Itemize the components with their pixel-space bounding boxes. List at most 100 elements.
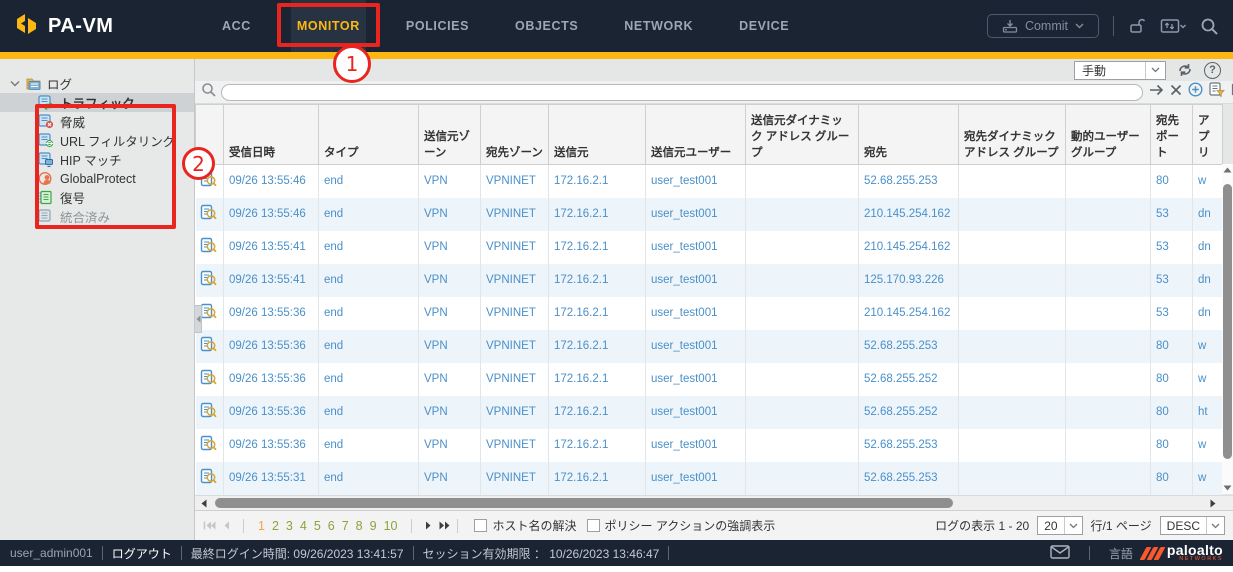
cell-ddag[interactable] xyxy=(959,429,1066,462)
table-row[interactable]: 09/26 13:55:36endVPNVPNINET172.16.2.1use… xyxy=(196,330,1223,363)
cell-dug[interactable] xyxy=(1066,297,1151,330)
help-icon[interactable]: ? xyxy=(1204,62,1221,79)
cell-dst[interactable]: 52.68.255.252 xyxy=(859,363,959,396)
table-row[interactable]: 09/26 13:55:36endVPNVPNINET172.16.2.1use… xyxy=(196,363,1223,396)
cell-app[interactable]: dn xyxy=(1193,231,1223,264)
cell-app[interactable]: dn xyxy=(1193,297,1223,330)
cell-time[interactable]: 09/26 13:55:41 xyxy=(224,264,319,297)
cell-dzone[interactable]: VPNINET xyxy=(481,297,549,330)
horizontal-scrollbar[interactable] xyxy=(195,495,1233,510)
cell-sdag[interactable] xyxy=(746,330,859,363)
cell-port[interactable]: 53 xyxy=(1151,231,1193,264)
vertical-scrollbar[interactable] xyxy=(1222,164,1233,494)
cell-szone[interactable]: VPN xyxy=(419,198,481,231)
cell-app[interactable]: w xyxy=(1193,330,1223,363)
cell-time[interactable]: 09/26 13:55:36 xyxy=(224,429,319,462)
language-link[interactable]: 言語 xyxy=(1109,545,1133,562)
next-page-icon[interactable] xyxy=(425,519,432,533)
cell-dzone[interactable]: VPNINET xyxy=(481,165,549,198)
cell-dst[interactable]: 210.145.254.162 xyxy=(859,198,959,231)
log-detail-icon[interactable] xyxy=(196,330,224,363)
col-header-destination[interactable]: 宛先 xyxy=(859,105,959,165)
table-row[interactable]: 09/26 13:55:36endVPNVPNINET172.16.2.1use… xyxy=(196,297,1223,330)
cell-sdag[interactable] xyxy=(746,165,859,198)
page-number[interactable]: 8 xyxy=(355,519,364,533)
cell-dug[interactable] xyxy=(1066,330,1151,363)
log-detail-icon[interactable] xyxy=(196,231,224,264)
cell-suser[interactable]: user_test001 xyxy=(646,297,746,330)
cell-dzone[interactable]: VPNINET xyxy=(481,363,549,396)
cell-app[interactable]: w xyxy=(1193,363,1223,396)
cell-port[interactable]: 80 xyxy=(1151,462,1193,495)
page-number[interactable]: 5 xyxy=(313,519,322,533)
vertical-scroll-thumb[interactable] xyxy=(1223,184,1232,459)
tree-node-logs[interactable]: ログ xyxy=(0,73,194,93)
cell-time[interactable]: 09/26 13:55:36 xyxy=(224,297,319,330)
cell-dzone[interactable]: VPNINET xyxy=(481,264,549,297)
cell-time[interactable]: 09/26 13:55:46 xyxy=(224,198,319,231)
page-number[interactable]: 1 xyxy=(257,519,266,533)
cell-app[interactable]: w xyxy=(1193,462,1223,495)
cell-szone[interactable]: VPN xyxy=(419,462,481,495)
cell-ddag[interactable] xyxy=(959,396,1066,429)
first-page-icon[interactable] xyxy=(203,519,216,533)
cell-suser[interactable]: user_test001 xyxy=(646,429,746,462)
cell-dug[interactable] xyxy=(1066,429,1151,462)
cell-dst[interactable]: 52.68.255.253 xyxy=(859,165,959,198)
page-number[interactable]: 10 xyxy=(383,519,399,533)
cell-app[interactable]: dn xyxy=(1193,264,1223,297)
cell-src[interactable]: 172.16.2.1 xyxy=(549,165,646,198)
cell-type[interactable]: end xyxy=(319,429,419,462)
sidebar-item-traffic[interactable]: トラフィック xyxy=(0,93,194,112)
cell-dug[interactable] xyxy=(1066,462,1151,495)
cell-port[interactable]: 80 xyxy=(1151,396,1193,429)
last-page-icon[interactable] xyxy=(439,519,451,533)
scroll-left-icon[interactable] xyxy=(198,498,210,509)
col-header-dynamic-user-group[interactable]: 動的ユーザーグループ xyxy=(1066,105,1151,165)
cell-type[interactable]: end xyxy=(319,330,419,363)
cell-sdag[interactable] xyxy=(746,198,859,231)
cell-szone[interactable]: VPN xyxy=(419,330,481,363)
clear-filter-icon[interactable] xyxy=(1170,83,1182,101)
cell-time[interactable]: 09/26 13:55:41 xyxy=(224,231,319,264)
tab-objects[interactable]: OBJECTS xyxy=(509,0,584,52)
cell-time[interactable]: 09/26 13:55:36 xyxy=(224,330,319,363)
cell-ddag[interactable] xyxy=(959,165,1066,198)
cell-dzone[interactable]: VPNINET xyxy=(481,462,549,495)
cell-sdag[interactable] xyxy=(746,297,859,330)
cell-src[interactable]: 172.16.2.1 xyxy=(549,429,646,462)
log-detail-icon[interactable] xyxy=(196,396,224,429)
col-header-application[interactable]: アプリ xyxy=(1193,105,1223,165)
cell-szone[interactable]: VPN xyxy=(419,264,481,297)
cell-suser[interactable]: user_test001 xyxy=(646,363,746,396)
sidebar-item-hip-match[interactable]: HIP マッチ xyxy=(0,150,194,169)
tab-device[interactable]: DEVICE xyxy=(733,0,795,52)
log-detail-icon[interactable] xyxy=(196,198,224,231)
sidebar-item-globalprotect[interactable]: GlobalProtect xyxy=(0,169,194,188)
cell-src[interactable]: 172.16.2.1 xyxy=(549,396,646,429)
scroll-down-icon[interactable] xyxy=(1222,482,1233,494)
cell-src[interactable]: 172.16.2.1 xyxy=(549,231,646,264)
cell-port[interactable]: 80 xyxy=(1151,330,1193,363)
rows-per-page-select[interactable]: 20 xyxy=(1037,516,1082,535)
cell-sdag[interactable] xyxy=(746,264,859,297)
cell-dug[interactable] xyxy=(1066,363,1151,396)
log-detail-icon[interactable] xyxy=(196,462,224,495)
cell-suser[interactable]: user_test001 xyxy=(646,396,746,429)
cell-suser[interactable]: user_test001 xyxy=(646,330,746,363)
cell-type[interactable]: end xyxy=(319,165,419,198)
table-row[interactable]: 09/26 13:55:36endVPNVPNINET172.16.2.1use… xyxy=(196,396,1223,429)
table-row[interactable]: 09/26 13:55:46endVPNVPNINET172.16.2.1use… xyxy=(196,198,1223,231)
table-row[interactable]: 09/26 13:55:41endVPNVPNINET172.16.2.1use… xyxy=(196,231,1223,264)
cell-dzone[interactable]: VPNINET xyxy=(481,231,549,264)
cell-type[interactable]: end xyxy=(319,264,419,297)
table-row[interactable]: 09/26 13:55:31endVPNVPNINET172.16.2.1use… xyxy=(196,462,1223,495)
cell-port[interactable]: 53 xyxy=(1151,264,1193,297)
refresh-icon[interactable] xyxy=(1176,62,1194,78)
cell-dst[interactable]: 52.68.255.253 xyxy=(859,462,959,495)
cell-sdag[interactable] xyxy=(746,363,859,396)
col-header-dest-zone[interactable]: 宛先ゾーン xyxy=(481,105,549,165)
cell-dst[interactable]: 210.145.254.162 xyxy=(859,297,959,330)
tasks-envelope-icon[interactable] xyxy=(1050,545,1070,562)
logout-link[interactable]: ログアウト xyxy=(112,545,172,562)
